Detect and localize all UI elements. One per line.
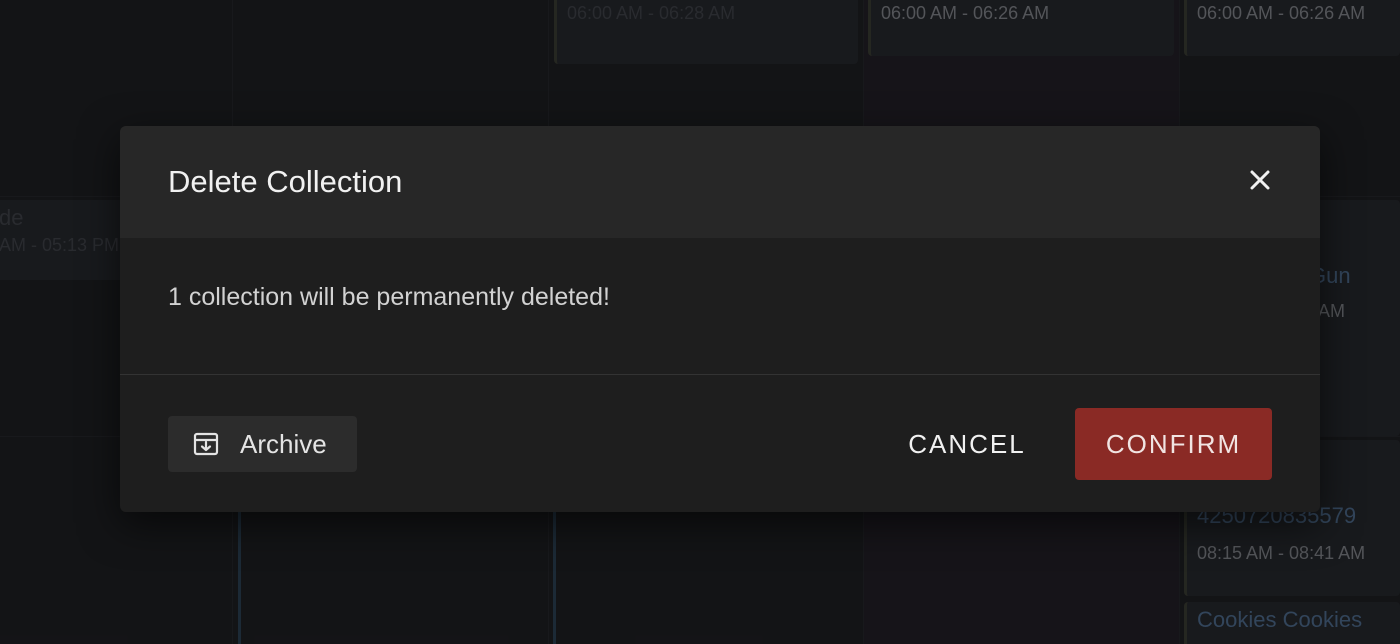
archive-button-label: Archive [240,428,327,459]
dialog-divider [120,374,1320,375]
archive-icon [192,430,220,458]
dialog-header: Delete Collection [120,126,1320,238]
dialog-message: 1 collection will be permanently deleted… [168,283,610,311]
confirm-button[interactable]: CONFIRM [1075,408,1272,480]
app-stage: 06:00 AM - 06:28 AM 06:00 AM - 06:26 AM … [0,0,1400,644]
dialog-title: Delete Collection [168,164,403,199]
cancel-button[interactable]: CANCEL [894,408,1040,480]
archive-button[interactable]: Archive [168,416,357,472]
close-icon [1249,169,1271,196]
close-button[interactable] [1240,162,1280,202]
delete-collection-dialog: Delete Collection 1 collection will be p… [120,126,1320,512]
